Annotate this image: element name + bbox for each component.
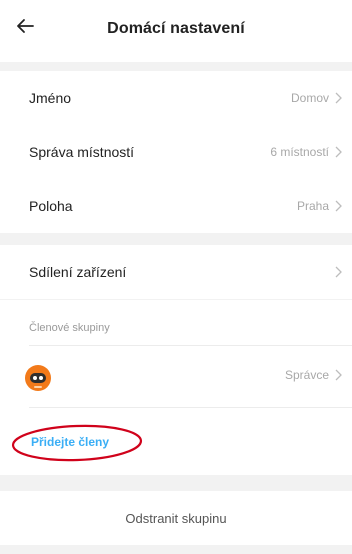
members-caption: Členové skupiny: [29, 322, 110, 334]
section-divider: [0, 299, 352, 300]
location-row[interactable]: Poloha Praha: [0, 179, 352, 233]
chevron-right-icon: [335, 146, 342, 158]
location-label: Poloha: [29, 198, 73, 214]
chevron-right-icon: [335, 266, 342, 278]
name-value: Domov: [290, 91, 329, 105]
rooms-label: Správa místností: [29, 144, 135, 160]
name-label: Jméno: [29, 90, 72, 106]
delete-group-button[interactable]: Odstranit skupinu: [0, 491, 352, 545]
device-sharing-row[interactable]: Sdílení zařízení: [0, 245, 352, 299]
add-members-link[interactable]: Přidejte členy: [31, 435, 109, 449]
member-admin-row[interactable]: Správce: [285, 368, 343, 382]
member-role: Správce: [284, 368, 329, 382]
settings-section: Jméno Domov Správa místností 6 místností…: [0, 71, 352, 233]
rooms-row[interactable]: Správa místností 6 místností: [0, 125, 352, 179]
chevron-right-icon: [335, 369, 342, 381]
header: Domácí nastavení: [0, 0, 352, 62]
page-title: Domácí nastavení: [107, 20, 245, 37]
robot-avatar-icon: [25, 365, 51, 391]
chevron-right-icon: [335, 200, 342, 212]
rooms-value: 6 místností: [270, 145, 329, 159]
location-value: Praha: [296, 199, 329, 213]
name-row[interactable]: Jméno Domov: [0, 71, 352, 125]
divider: [29, 345, 352, 346]
chevron-right-icon: [335, 92, 342, 104]
divider: [29, 407, 352, 408]
device-sharing-label: Sdílení zařízení: [29, 264, 127, 280]
